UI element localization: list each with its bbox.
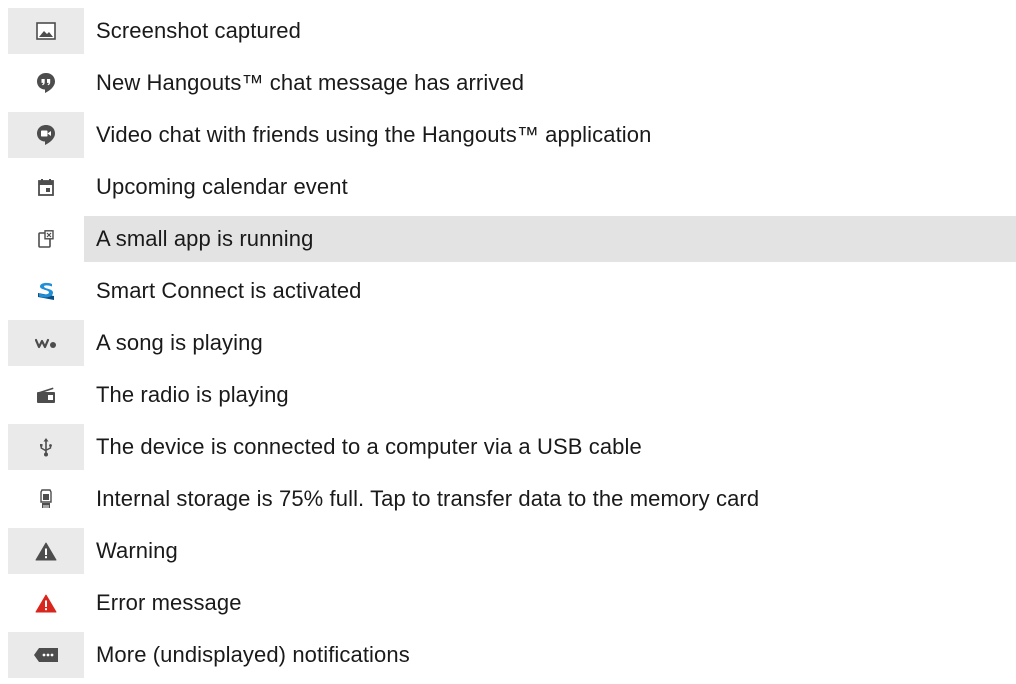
more-notifications-icon: [33, 647, 59, 663]
item-label: Warning: [96, 538, 178, 563]
hangouts-chat-icon: [36, 72, 56, 94]
item-label: A song is playing: [96, 330, 263, 355]
list-item: Internal storage is 75% full. Tap to tra…: [0, 476, 1016, 522]
list-item: More (undisplayed) notifications: [0, 632, 1016, 678]
icon-cell: [8, 372, 84, 418]
list-item: Smart Connect is activated: [0, 268, 1016, 314]
list-item: Upcoming calendar event: [0, 164, 1016, 210]
icon-cell: [8, 632, 84, 678]
item-label: Smart Connect is activated: [96, 278, 362, 303]
storage-icon: [39, 489, 53, 509]
hangouts-video-icon: [36, 124, 56, 146]
notification-icon-legend: Screenshot captured New Hangouts™ chat m…: [0, 8, 1016, 684]
icon-cell: [8, 60, 84, 106]
warning-icon: [35, 542, 57, 561]
item-label: Internal storage is 75% full. Tap to tra…: [96, 486, 760, 511]
icon-cell: [8, 112, 84, 158]
icon-cell: [8, 528, 84, 574]
small-app-icon: [38, 230, 54, 248]
icon-cell: [8, 580, 84, 626]
list-item: A song is playing: [0, 320, 1016, 366]
icon-cell: [8, 268, 84, 314]
smart-connect-icon: [36, 281, 56, 301]
list-item: Screenshot captured: [0, 8, 1016, 54]
icon-cell: [8, 8, 84, 54]
usb-icon: [39, 437, 53, 457]
radio-icon: [36, 386, 56, 404]
list-item: The radio is playing: [0, 372, 1016, 418]
error-icon: [35, 594, 57, 613]
item-label: A small app is running: [84, 216, 1016, 262]
list-item: Error message: [0, 580, 1016, 626]
item-label: Error message: [96, 590, 242, 615]
list-item: New Hangouts™ chat message has arrived: [0, 60, 1016, 106]
list-item: Video chat with friends using the Hangou…: [0, 112, 1016, 158]
icon-cell: [8, 320, 84, 366]
item-label: The device is connected to a computer vi…: [96, 434, 642, 459]
screenshot-icon: [36, 22, 56, 40]
item-label: The radio is playing: [96, 382, 289, 407]
icon-cell: [8, 424, 84, 470]
walkman-icon: [35, 337, 57, 349]
icon-cell: [8, 476, 84, 522]
icon-cell: [8, 164, 84, 210]
item-label: Screenshot captured: [96, 18, 301, 43]
list-item: Warning: [0, 528, 1016, 574]
calendar-icon: [38, 178, 54, 196]
icon-cell: [8, 216, 84, 262]
item-label: New Hangouts™ chat message has arrived: [96, 70, 525, 95]
item-label: Upcoming calendar event: [96, 174, 348, 199]
item-label: More (undisplayed) notifications: [96, 642, 410, 667]
list-item: The device is connected to a computer vi…: [0, 424, 1016, 470]
list-item: A small app is running: [0, 216, 1016, 262]
item-label: Video chat with friends using the Hangou…: [96, 122, 652, 147]
